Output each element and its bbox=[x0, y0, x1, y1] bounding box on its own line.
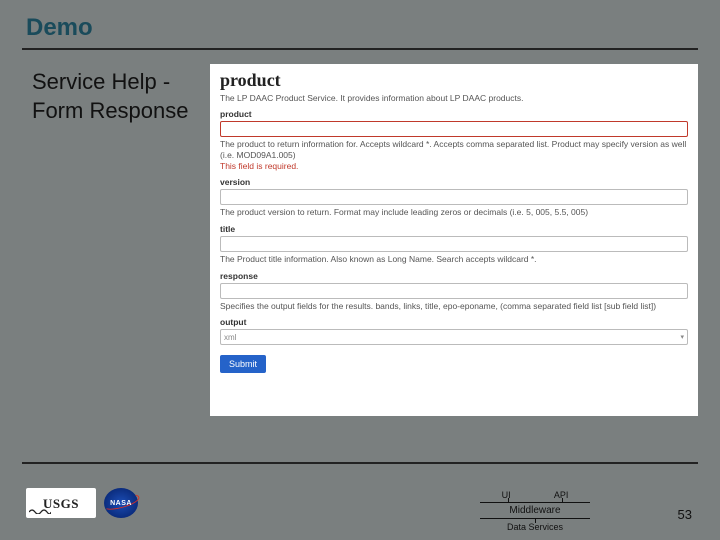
field-title: title The Product title information. Als… bbox=[220, 224, 688, 265]
title-help: The Product title information. Also know… bbox=[220, 254, 688, 265]
product-help: The product to return information for. A… bbox=[220, 139, 688, 160]
field-response: response Specifies the output fields for… bbox=[220, 271, 688, 312]
panel-description: The LP DAAC Product Service. It provides… bbox=[220, 93, 688, 103]
stack-ui: UI bbox=[502, 490, 511, 500]
version-help: The product version to return. Format ma… bbox=[220, 207, 688, 218]
response-label: response bbox=[220, 271, 688, 281]
page-number: 53 bbox=[678, 507, 692, 522]
footer-rule bbox=[22, 462, 698, 464]
response-input[interactable] bbox=[220, 283, 688, 299]
nasa-logo: NASA bbox=[104, 488, 138, 518]
response-help: Specifies the output fields for the resu… bbox=[220, 301, 688, 312]
stack-middleware-label: Middleware bbox=[509, 505, 560, 516]
field-version: version The product version to return. F… bbox=[220, 177, 688, 218]
output-select[interactable]: xml ▾ bbox=[220, 329, 688, 345]
output-selected: xml bbox=[224, 333, 236, 342]
chevron-down-icon: ▾ bbox=[680, 333, 684, 341]
stack-top-row: UI API bbox=[480, 490, 590, 501]
architecture-stack: UI API Middleware Data Services bbox=[480, 490, 590, 532]
title-label: title bbox=[220, 224, 688, 234]
logo-row: USGS NASA bbox=[26, 488, 138, 518]
product-error: This field is required. bbox=[220, 161, 688, 171]
stack-middleware: Middleware bbox=[480, 502, 590, 519]
body-area: Service Help - Form Response product The… bbox=[0, 50, 720, 416]
submit-button[interactable]: Submit bbox=[220, 355, 266, 373]
version-label: version bbox=[220, 177, 688, 187]
slide-title: Demo bbox=[26, 14, 694, 42]
product-label: product bbox=[220, 109, 688, 119]
title-row: Demo bbox=[0, 0, 720, 48]
side-label: Service Help - Form Response bbox=[22, 64, 192, 416]
field-output: output xml ▾ bbox=[220, 317, 688, 345]
product-input[interactable] bbox=[220, 121, 688, 137]
title-input[interactable] bbox=[220, 236, 688, 252]
slide-container: Demo Service Help - Form Response produc… bbox=[0, 0, 720, 540]
output-label: output bbox=[220, 317, 688, 327]
nasa-text: NASA bbox=[110, 500, 132, 507]
field-product: product The product to return informatio… bbox=[220, 109, 688, 171]
wave-icon bbox=[29, 506, 51, 514]
usgs-logo: USGS bbox=[26, 488, 96, 518]
form-panel: product The LP DAAC Product Service. It … bbox=[210, 64, 698, 416]
version-input[interactable] bbox=[220, 189, 688, 205]
panel-heading: product bbox=[220, 70, 688, 91]
footer: USGS NASA UI API Middleware Data Service… bbox=[0, 466, 720, 540]
